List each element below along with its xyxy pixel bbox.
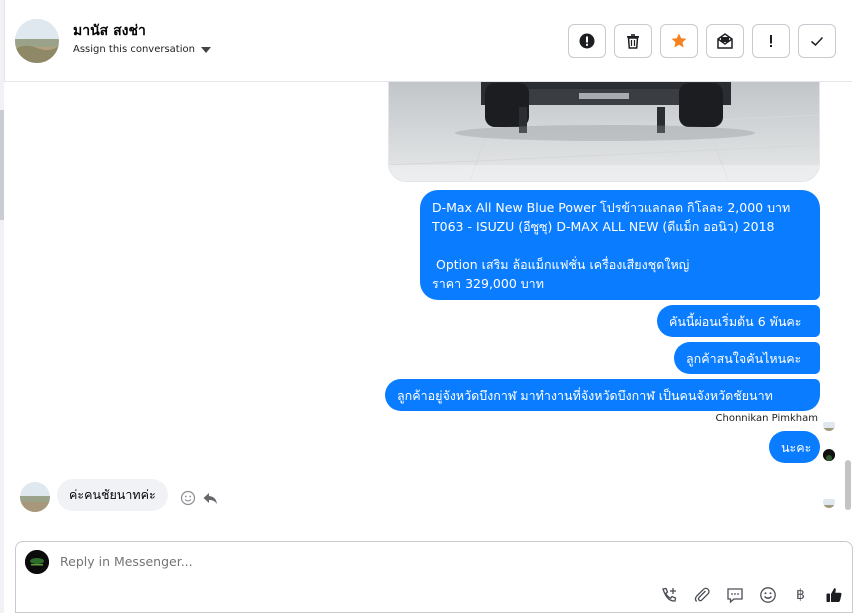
outgoing-message[interactable]: ลูกค้าสนใจคันไหนคะ [674,342,820,374]
contact-name[interactable]: มานัส สงช่า [73,20,146,42]
thumbs-up-icon[interactable] [823,584,844,605]
reply-input[interactable] [60,554,660,569]
seen-avatar [823,419,835,431]
assign-label: Assign this conversation [73,44,195,55]
contact-avatar[interactable] [15,19,59,63]
incoming-message[interactable]: ค่ะคนชัยนาทค่ะ [57,479,168,511]
sender-name: Chonnikan Pimkham [715,413,818,424]
assign-conversation-dropdown[interactable]: Assign this conversation [73,44,211,55]
outgoing-message[interactable]: คันนี้ผ่อนเริ่มต้น 6 พันคะ [657,305,820,337]
exclamation-icon [770,35,772,47]
trash-icon [627,34,639,49]
baht-icon[interactable]: ฿ [790,584,811,605]
outgoing-message[interactable]: ลูกค้าอยู่จังหวัดบึงกาฬ มาทำงานที่จังหวั… [385,379,820,411]
car-photo [389,82,819,181]
thread-scrollbar[interactable] [844,82,852,532]
seen-avatar [823,496,835,508]
composer-tools: ฿ [658,584,844,605]
messenger-window: มานัส สงช่า Assign this conversation D-M… [0,0,856,613]
reply-icon[interactable] [202,490,218,506]
contact-avatar-small[interactable] [20,482,50,512]
message-thread: D-Max All New Blue Power โปรข้าวแลกลด กิ… [4,82,852,532]
scrollbar-thumb[interactable] [845,460,851,510]
mark-unread-button[interactable] [706,24,744,58]
outgoing-message[interactable]: นะคะ [769,431,820,463]
paperclip-icon[interactable] [691,584,712,605]
envelope-icon [717,33,733,49]
add-call-icon[interactable] [658,584,679,605]
message-composer: ฿ [15,541,853,613]
star-button[interactable] [660,24,698,58]
mark-done-button[interactable] [798,24,836,58]
caret-down-icon [200,46,211,53]
conversation-header: มานัส สงช่า Assign this conversation [4,0,852,82]
spam-button[interactable] [568,24,606,58]
car-photo-attachment[interactable] [388,82,820,182]
landscape-avatar-icon [15,19,59,63]
outgoing-message[interactable]: D-Max All New Blue Power โปรข้าวแลกลด กิ… [420,190,820,300]
follow-up-button[interactable] [752,24,790,58]
page-avatar [823,449,835,461]
delete-button[interactable] [614,24,652,58]
check-icon [811,36,824,47]
header-actions [568,24,836,58]
page-logo-icon [25,550,49,574]
saved-reply-icon[interactable] [724,584,745,605]
page-avatar [25,550,49,574]
star-icon [671,33,687,48]
landscape-avatar-icon [20,482,50,512]
exclamation-circle-icon [579,33,595,49]
emoji-react-icon[interactable] [180,490,196,506]
emoji-icon[interactable] [757,584,778,605]
